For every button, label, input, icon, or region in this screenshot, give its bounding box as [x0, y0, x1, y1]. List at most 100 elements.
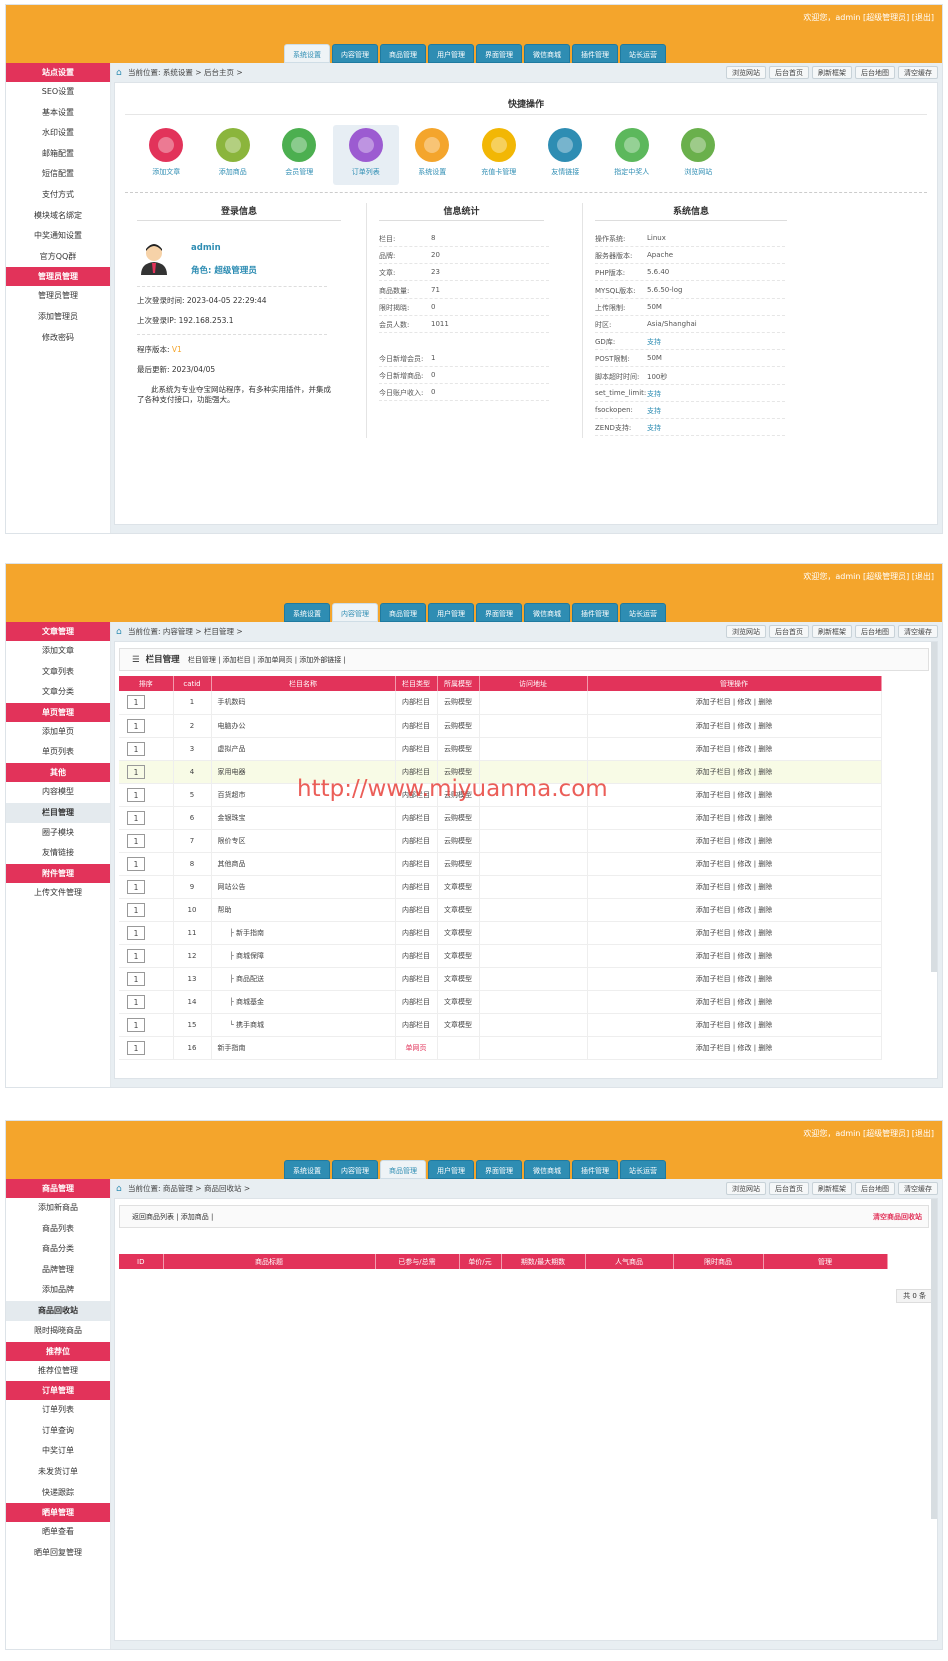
- sidebar-item[interactable]: 晒单查看: [6, 1522, 110, 1543]
- tab-3[interactable]: 商品管理: [380, 44, 426, 63]
- tab-1[interactable]: 系统设置: [284, 1160, 330, 1179]
- sort-input[interactable]: 1: [127, 1017, 145, 1032]
- sidebar-item[interactable]: 模块域名绑定: [6, 206, 110, 227]
- crumb-button-2[interactable]: 后台首页: [769, 1182, 809, 1195]
- crumb-button-4[interactable]: 后台地图: [855, 1182, 895, 1195]
- tab-8[interactable]: 站长运营: [620, 1160, 666, 1179]
- sidebar-item[interactable]: 快递跟踪: [6, 1483, 110, 1504]
- tab-7[interactable]: 插件管理: [572, 603, 618, 622]
- tab-3[interactable]: 商品管理: [380, 1160, 426, 1179]
- toolbar-links[interactable]: 返回商品列表 | 添加商品 |: [132, 1213, 213, 1221]
- column-ops-cell[interactable]: 添加子栏目 | 修改 | 删除: [587, 783, 882, 807]
- sidebar-item[interactable]: 晒单回复管理: [6, 1543, 110, 1564]
- scrollbar[interactable]: [931, 1199, 937, 1519]
- sort-input[interactable]: 1: [127, 695, 145, 710]
- sort-input[interactable]: 1: [127, 902, 145, 917]
- sidebar-item[interactable]: 上传文件管理: [6, 883, 110, 904]
- sidebar-item[interactable]: 友情链接: [6, 843, 110, 864]
- column-ops-cell[interactable]: 添加子栏目 | 修改 | 删除: [587, 829, 882, 853]
- crumb-button-2[interactable]: 后台首页: [769, 625, 809, 638]
- crumb-button-1[interactable]: 浏览网站: [726, 66, 766, 79]
- sort-input[interactable]: 1: [127, 810, 145, 825]
- tab-4[interactable]: 用户管理: [428, 44, 474, 63]
- tab-5[interactable]: 界面管理: [476, 603, 522, 622]
- tab-4[interactable]: 用户管理: [428, 603, 474, 622]
- quick-action[interactable]: 浏览网站: [665, 125, 732, 185]
- welcome-text[interactable]: 欢迎您，admin [超级管理员] [退出]: [803, 571, 934, 582]
- tab-7[interactable]: 插件管理: [572, 1160, 618, 1179]
- crumb-button-3[interactable]: 刷新框架: [812, 625, 852, 638]
- scrollbar[interactable]: [931, 642, 937, 972]
- column-ops-cell[interactable]: 添加子栏目 | 修改 | 删除: [587, 806, 882, 830]
- column-ops-cell[interactable]: 添加子栏目 | 修改 | 删除: [587, 967, 882, 991]
- crumb-button-1[interactable]: 浏览网站: [726, 625, 766, 638]
- sort-input[interactable]: 1: [127, 994, 145, 1009]
- crumb-button-2[interactable]: 后台首页: [769, 66, 809, 79]
- column-ops-cell[interactable]: 添加子栏目 | 修改 | 删除: [587, 691, 882, 715]
- tab-5[interactable]: 界面管理: [476, 1160, 522, 1179]
- crumb-button-5[interactable]: 清空缓存: [898, 1182, 938, 1195]
- tab-2[interactable]: 内容管理: [332, 44, 378, 63]
- column-ops-cell[interactable]: 添加子栏目 | 修改 | 删除: [587, 714, 882, 738]
- sidebar-item[interactable]: 中奖订单: [6, 1441, 110, 1462]
- sidebar-item[interactable]: 支付方式: [6, 185, 110, 206]
- sidebar-item[interactable]: 未发货订单: [6, 1462, 110, 1483]
- tab-2[interactable]: 内容管理: [332, 1160, 378, 1179]
- sidebar-item[interactable]: 基本设置: [6, 103, 110, 124]
- column-ops-cell[interactable]: 添加子栏目 | 修改 | 删除: [587, 1013, 882, 1037]
- sidebar-item[interactable]: 订单列表: [6, 1400, 110, 1421]
- tab-5[interactable]: 界面管理: [476, 44, 522, 63]
- sidebar-item[interactable]: 文章列表: [6, 662, 110, 683]
- sort-input[interactable]: 1: [127, 879, 145, 894]
- tab-6[interactable]: 微信商城: [524, 603, 570, 622]
- crumb-button-1[interactable]: 浏览网站: [726, 1182, 766, 1195]
- sidebar-item[interactable]: 管理员管理: [6, 286, 110, 307]
- sidebar-item[interactable]: 添加单页: [6, 722, 110, 743]
- column-ops-cell[interactable]: 添加子栏目 | 修改 | 删除: [587, 737, 882, 761]
- sidebar-item[interactable]: 中奖通知设置: [6, 226, 110, 247]
- sidebar-item[interactable]: 邮箱配置: [6, 144, 110, 165]
- sidebar-item[interactable]: SEO设置: [6, 82, 110, 103]
- welcome-text[interactable]: 欢迎您，admin [超级管理员] [退出]: [803, 1128, 934, 1139]
- tab-1[interactable]: 系统设置: [284, 603, 330, 622]
- column-ops-cell[interactable]: 添加子栏目 | 修改 | 删除: [587, 944, 882, 968]
- column-ops-cell[interactable]: 添加子栏目 | 修改 | 删除: [587, 921, 882, 945]
- quick-action[interactable]: 订单列表: [332, 125, 399, 185]
- sidebar-item[interactable]: 添加管理员: [6, 307, 110, 328]
- quick-action[interactable]: 指定中奖人: [599, 125, 666, 185]
- column-ops-cell[interactable]: 添加子栏目 | 修改 | 删除: [587, 852, 882, 876]
- sidebar-item[interactable]: 官方QQ群: [6, 247, 110, 268]
- sidebar-item[interactable]: 水印设置: [6, 123, 110, 144]
- sort-input[interactable]: 1: [127, 925, 145, 940]
- tab-4[interactable]: 用户管理: [428, 1160, 474, 1179]
- sidebar-item[interactable]: 品牌管理: [6, 1260, 110, 1281]
- sidebar-item[interactable]: 文章分类: [6, 682, 110, 703]
- quick-action[interactable]: 充值卡管理: [466, 125, 533, 185]
- column-ops-cell[interactable]: 添加子栏目 | 修改 | 删除: [587, 1036, 882, 1060]
- sidebar-item[interactable]: 内容模型: [6, 782, 110, 803]
- quick-action[interactable]: 添加商品: [200, 125, 267, 185]
- sidebar-item[interactable]: 添加新商品: [6, 1198, 110, 1219]
- tab-7[interactable]: 插件管理: [572, 44, 618, 63]
- crumb-button-3[interactable]: 刷新框架: [812, 1182, 852, 1195]
- tab-1[interactable]: 系统设置: [284, 44, 330, 63]
- quick-action[interactable]: 友情链接: [532, 125, 599, 185]
- crumb-button-3[interactable]: 刷新框架: [812, 66, 852, 79]
- clear-recycle-button[interactable]: 清空商品回收站: [873, 1206, 922, 1228]
- sidebar-item[interactable]: 添加品牌: [6, 1280, 110, 1301]
- sidebar-item[interactable]: 添加文章: [6, 641, 110, 662]
- sidebar-item[interactable]: 修改密码: [6, 328, 110, 349]
- sort-input[interactable]: 1: [127, 741, 145, 756]
- sidebar-item[interactable]: 商品列表: [6, 1219, 110, 1240]
- sort-input[interactable]: 1: [127, 1040, 145, 1055]
- tab-6[interactable]: 微信商城: [524, 44, 570, 63]
- column-ops-cell[interactable]: 添加子栏目 | 修改 | 删除: [587, 990, 882, 1014]
- crumb-button-5[interactable]: 清空缓存: [898, 66, 938, 79]
- sidebar-item[interactable]: 栏目管理: [6, 802, 110, 823]
- tab-6[interactable]: 微信商城: [524, 1160, 570, 1179]
- sidebar-item[interactable]: 圈子模块: [6, 823, 110, 844]
- quick-action[interactable]: 系统设置: [399, 125, 466, 185]
- sort-input[interactable]: 1: [127, 833, 145, 848]
- toolbar-links[interactable]: 栏目管理 | 添加栏目 | 添加单网页 | 添加外部链接 |: [188, 656, 346, 664]
- crumb-button-4[interactable]: 后台地图: [855, 625, 895, 638]
